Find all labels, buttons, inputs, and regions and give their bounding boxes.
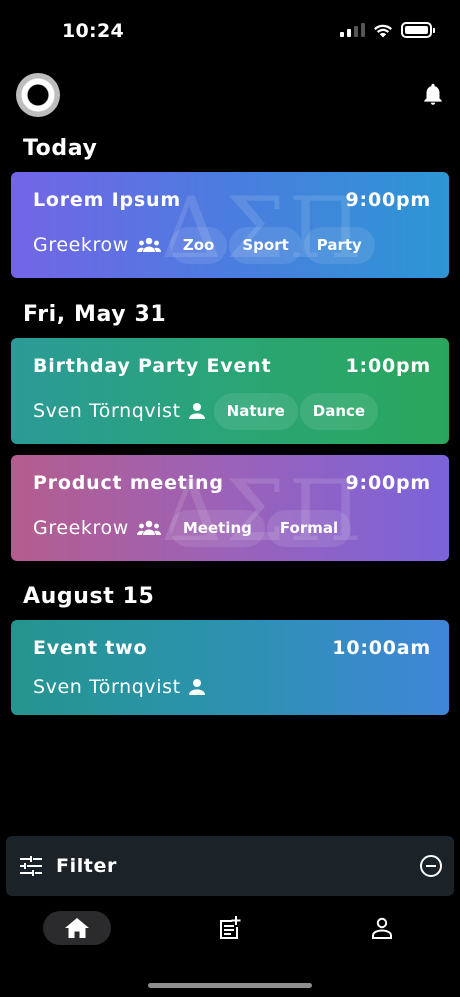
battery-icon	[401, 22, 435, 38]
event-meta-row: Sven Törnqvist	[33, 668, 214, 706]
event-time: 9:00pm	[345, 189, 431, 211]
event-tag[interactable]: Sport	[229, 226, 302, 264]
status-bar: 10:24	[0, 0, 460, 62]
person-icon	[188, 678, 206, 696]
event-title: Event two	[33, 637, 148, 659]
filter-bar[interactable]: Filter	[6, 836, 454, 896]
person-icon	[188, 402, 206, 420]
section-title-today: Today	[23, 136, 98, 161]
tune-icon	[20, 856, 42, 876]
group-icon	[136, 519, 162, 537]
notification-bell-icon[interactable]	[420, 80, 446, 108]
event-card[interactable]: ΔΣΠ Product meeting 9:00pm Greekrow Meet…	[11, 455, 449, 561]
event-tag[interactable]: Party	[303, 226, 375, 264]
event-meta-row: Greekrow Zoo Sport Party	[33, 226, 377, 264]
event-time: 1:00pm	[345, 355, 431, 377]
event-meta-row: Sven Törnqvist Nature Dance	[33, 392, 380, 430]
event-owner: Greekrow	[33, 234, 129, 256]
add-note-icon	[220, 916, 241, 939]
event-card[interactable]: Birthday Party Event 1:00pm Sven Törnqvi…	[11, 338, 449, 444]
event-tag[interactable]: Dance	[299, 392, 379, 430]
event-title: Birthday Party Event	[33, 355, 272, 377]
event-tag[interactable]: Nature	[213, 392, 298, 430]
person-icon	[372, 917, 392, 939]
event-owner: Greekrow	[33, 517, 129, 539]
section-title-may-31: Fri, May 31	[23, 302, 167, 327]
event-card[interactable]: ΔΣΠ Lorem Ipsum 9:00pm Greekrow Zoo Spor…	[11, 172, 449, 278]
app-logo[interactable]	[16, 73, 60, 117]
section-title-august-15: August 15	[23, 584, 155, 609]
home-icon	[65, 918, 89, 938]
event-meta-row: Greekrow Meeting Formal	[33, 509, 353, 547]
event-time: 9:00pm	[345, 472, 431, 494]
status-time: 10:24	[62, 20, 124, 42]
tab-profile[interactable]	[364, 911, 400, 945]
event-tag[interactable]: Meeting	[169, 509, 265, 547]
tab-home[interactable]	[43, 911, 111, 945]
tab-bar	[0, 896, 460, 997]
event-card[interactable]: Event two 10:00am Sven Törnqvist	[11, 620, 449, 715]
event-time: 10:00am	[332, 637, 431, 659]
clear-filter-icon[interactable]	[420, 855, 442, 877]
event-title: Product meeting	[33, 472, 224, 494]
event-tag[interactable]: Zoo	[169, 226, 228, 264]
event-title: Lorem Ipsum	[33, 189, 181, 211]
home-indicator	[148, 983, 312, 988]
event-tag[interactable]: Formal	[266, 509, 352, 547]
event-owner: Sven Törnqvist	[33, 676, 181, 698]
wifi-icon	[374, 24, 392, 37]
tab-add-event[interactable]	[212, 911, 248, 945]
status-icons	[340, 22, 435, 38]
cellular-signal-icon	[340, 23, 365, 37]
filter-label: Filter	[56, 855, 117, 877]
group-icon	[136, 236, 162, 254]
event-owner: Sven Törnqvist	[33, 400, 181, 422]
